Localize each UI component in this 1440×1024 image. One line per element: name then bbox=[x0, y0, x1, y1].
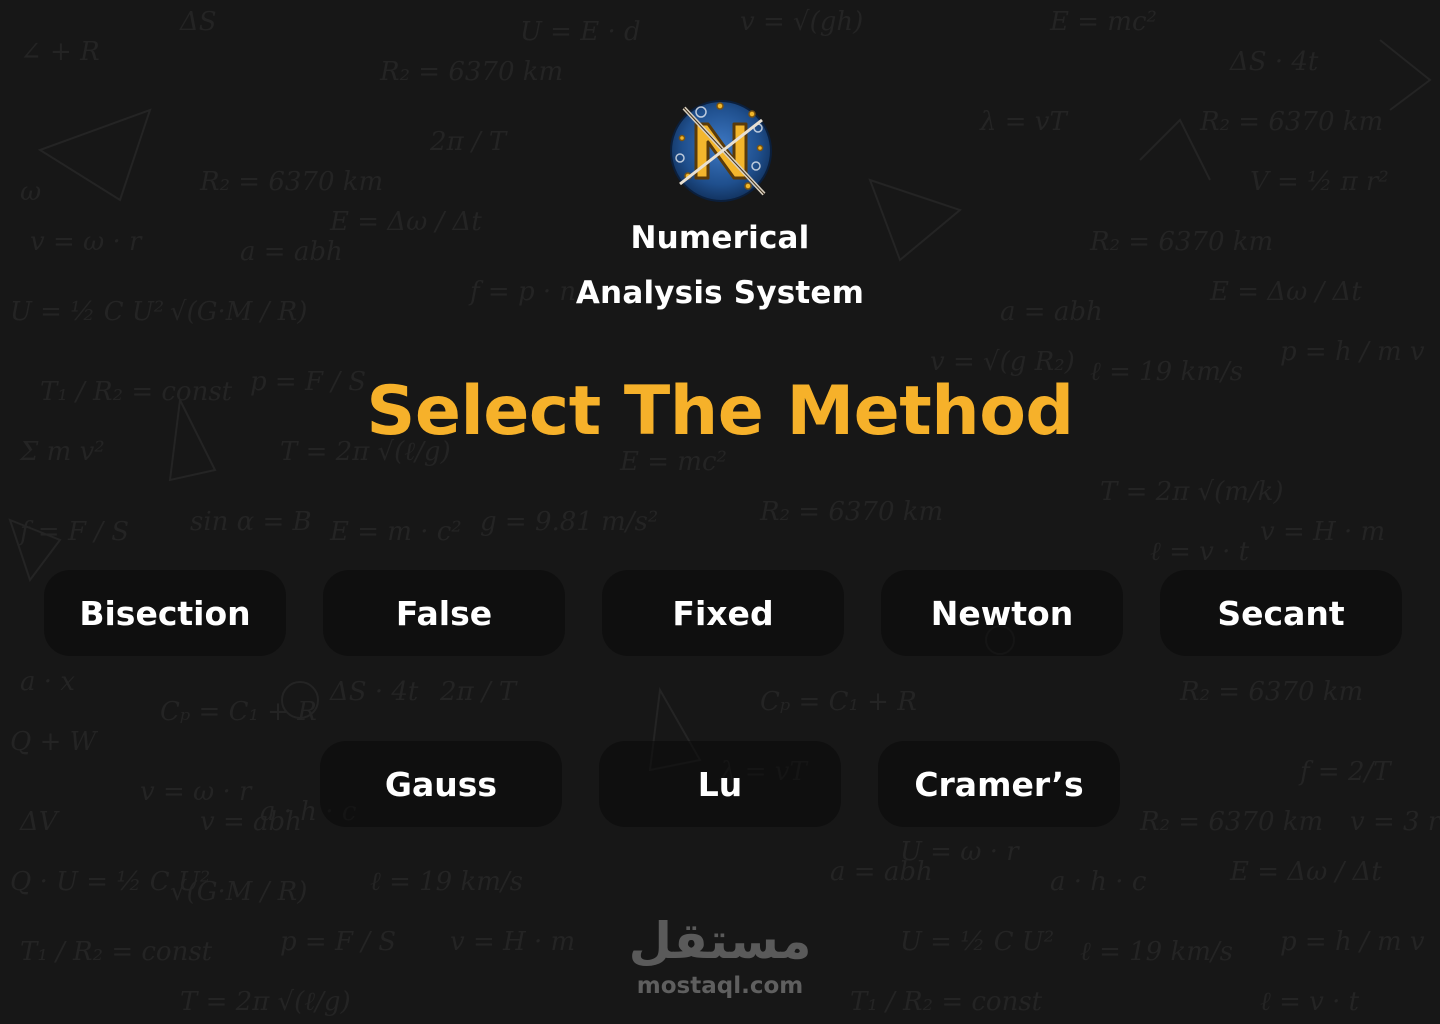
svg-text:U = E · d: U = E · d bbox=[520, 17, 641, 47]
svg-text:f = F / S: f = F / S bbox=[18, 517, 129, 547]
svg-text:R₂ = 6370 km: R₂ = 6370 km bbox=[379, 57, 563, 87]
svg-text:ℓ = v · t: ℓ = v · t bbox=[1260, 987, 1360, 1017]
app-title-line1: Numerical bbox=[630, 220, 810, 256]
svg-text:2π / T: 2π / T bbox=[429, 127, 508, 157]
svg-text:sin α = B: sin α = B bbox=[190, 507, 312, 537]
svg-text:ℓ = 19 km/s: ℓ = 19 km/s bbox=[1080, 937, 1233, 967]
svg-text:v = ω · r: v = ω · r bbox=[140, 777, 253, 807]
fixed-point-method-button[interactable]: Fixed bbox=[602, 570, 844, 656]
svg-text:U = ½ C U²: U = ½ C U² bbox=[900, 927, 1054, 957]
svg-text:R₂ = 6370 km: R₂ = 6370 km bbox=[1179, 677, 1363, 707]
method-selection-page: ∠ + R ΔS R₂ = 6370 km U = E · d v = √(gh… bbox=[0, 0, 1440, 1024]
mostaql-watermark-logo: مستقل bbox=[628, 912, 812, 970]
svg-text:T = 2π √(m/k): T = 2π √(m/k) bbox=[1100, 477, 1284, 507]
svg-text:v = √(gh): v = √(gh) bbox=[740, 7, 863, 37]
cramers-method-button[interactable]: Cramer’s bbox=[878, 741, 1120, 827]
newton-method-button[interactable]: Newton bbox=[881, 570, 1123, 656]
app-title-line2: Analysis System bbox=[575, 275, 865, 311]
svg-text:2π / T: 2π / T bbox=[439, 677, 518, 707]
svg-text:E = Δω / Δt: E = Δω / Δt bbox=[1229, 857, 1382, 887]
svg-text:v = 3 r²: v = 3 r² bbox=[1350, 807, 1440, 837]
lu-method-button[interactable]: Lu bbox=[599, 741, 841, 827]
svg-text:Cₚ = C₁ + R: Cₚ = C₁ + R bbox=[160, 697, 317, 727]
svg-text:ℓ = v · t: ℓ = v · t bbox=[1150, 537, 1250, 567]
svg-text:V = ½ π r²: V = ½ π r² bbox=[1250, 167, 1389, 197]
mostaql-watermark-domain: mostaql.com bbox=[636, 973, 804, 999]
secant-method-button[interactable]: Secant bbox=[1160, 570, 1402, 656]
svg-text:ΔS · 4t: ΔS · 4t bbox=[329, 677, 419, 707]
svg-text:E = mc²: E = mc² bbox=[1049, 7, 1157, 37]
svg-text:v = abh: v = abh bbox=[200, 807, 302, 837]
svg-text:f = 2/T: f = 2/T bbox=[1298, 757, 1392, 787]
svg-text:v = H · m: v = H · m bbox=[450, 927, 575, 957]
select-method-heading: Select The Method bbox=[366, 372, 1074, 451]
svg-text:p = h / m v: p = h / m v bbox=[1280, 337, 1425, 367]
svg-text:R₂ = 6370 km: R₂ = 6370 km bbox=[199, 167, 383, 197]
svg-text:ω: ω bbox=[20, 177, 41, 207]
svg-text:a · h · c: a · h · c bbox=[1050, 867, 1147, 897]
svg-text:E = m · c²: E = m · c² bbox=[329, 517, 462, 547]
svg-text:λ = vT: λ = vT bbox=[979, 107, 1068, 137]
svg-text:ΔS: ΔS bbox=[179, 7, 217, 37]
svg-text:√(G·M / R): √(G·M / R) bbox=[170, 877, 307, 907]
svg-text:T₁ / R₂ = const: T₁ / R₂ = const bbox=[850, 987, 1043, 1017]
svg-text:a = abh: a = abh bbox=[830, 857, 933, 887]
svg-text:T₁ / R₂ = const: T₁ / R₂ = const bbox=[20, 937, 213, 967]
svg-text:Cₚ = C₁ + R: Cₚ = C₁ + R bbox=[760, 687, 917, 717]
svg-text:a · x: a · x bbox=[20, 667, 75, 697]
svg-text:g = 9.81 m/s²: g = 9.81 m/s² bbox=[480, 507, 658, 537]
svg-text:T = 2π √(ℓ/g): T = 2π √(ℓ/g) bbox=[180, 987, 351, 1017]
svg-text:ΔV: ΔV bbox=[19, 807, 60, 837]
svg-text:R₂ = 6370 km: R₂ = 6370 km bbox=[1139, 807, 1323, 837]
svg-text:Q · U = ½ C U²: Q · U = ½ C U² bbox=[10, 867, 210, 897]
svg-text:R₂ = 6370 km: R₂ = 6370 km bbox=[759, 497, 943, 527]
svg-text:ℓ = 19 km/s: ℓ = 19 km/s bbox=[370, 867, 523, 897]
svg-text:U = ω · r: U = ω · r bbox=[900, 837, 1020, 867]
svg-text:Q + W: Q + W bbox=[10, 727, 99, 757]
svg-text:v = H · m: v = H · m bbox=[1260, 517, 1385, 547]
svg-text:R₂ = 6370 km: R₂ = 6370 km bbox=[1199, 107, 1383, 137]
svg-text:p = F / S: p = F / S bbox=[280, 927, 396, 957]
svg-text:ΔS · 4t: ΔS · 4t bbox=[1229, 47, 1319, 77]
bisection-method-button[interactable]: Bisection bbox=[44, 570, 286, 656]
numerical-logo-icon bbox=[668, 98, 774, 204]
svg-text:p = h / m v: p = h / m v bbox=[1280, 927, 1425, 957]
svg-text:∠ + R: ∠ + R bbox=[20, 37, 100, 67]
gauss-method-button[interactable]: Gauss bbox=[320, 741, 562, 827]
false-position-method-button[interactable]: False bbox=[323, 570, 565, 656]
svg-text:E = mc²: E = mc² bbox=[619, 447, 727, 477]
